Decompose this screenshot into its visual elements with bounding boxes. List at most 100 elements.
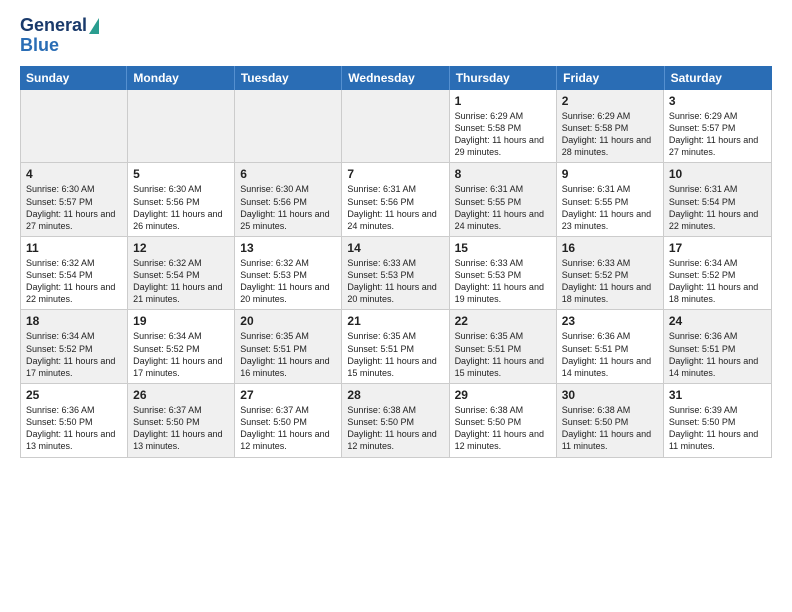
cell-info: Sunrise: 6:29 AM Sunset: 5:58 PM Dayligh…	[455, 110, 551, 159]
cell-info: Sunrise: 6:36 AM Sunset: 5:51 PM Dayligh…	[669, 330, 766, 379]
cell-info: Sunrise: 6:29 AM Sunset: 5:58 PM Dayligh…	[562, 110, 658, 159]
day-number: 14	[347, 241, 443, 255]
cell-info: Sunrise: 6:33 AM Sunset: 5:52 PM Dayligh…	[562, 257, 658, 306]
calendar-cell-2-0: 11 Sunrise: 6:32 AM Sunset: 5:54 PM Dayli…	[21, 237, 128, 310]
calendar-body-outer: 1 Sunrise: 6:29 AM Sunset: 5:58 PM Daylig…	[20, 90, 772, 458]
calendar-cell-3-0: 18 Sunrise: 6:34 AM Sunset: 5:52 PM Dayli…	[21, 310, 128, 383]
cell-info: Sunrise: 6:30 AM Sunset: 5:56 PM Dayligh…	[133, 183, 229, 232]
calendar-cell-0-1	[128, 90, 235, 163]
day-number: 30	[562, 388, 658, 402]
calendar: SundayMondayTuesdayWednesdayThursdayFrid…	[20, 66, 772, 600]
calendar-cell-0-6: 3Sunrise: 6:29 AM Sunset: 5:57 PM Daylig…	[664, 90, 771, 163]
cell-info: Sunrise: 6:35 AM Sunset: 5:51 PM Dayligh…	[455, 330, 551, 379]
calendar-row-0: 1 Sunrise: 6:29 AM Sunset: 5:58 PM Daylig…	[21, 90, 771, 164]
cell-info: Sunrise: 6:39 AM Sunset: 5:50 PM Dayligh…	[669, 404, 766, 453]
cell-info: Sunrise: 6:37 AM Sunset: 5:50 PM Dayligh…	[133, 404, 229, 453]
calendar-cell-2-2: 13 Sunrise: 6:32 AM Sunset: 5:53 PM Dayli…	[235, 237, 342, 310]
day-number: 11	[26, 241, 122, 255]
calendar-cell-1-1: 5 Sunrise: 6:30 AM Sunset: 5:56 PM Daylig…	[128, 163, 235, 236]
calendar-cell-1-6: 10 Sunrise: 6:31 AM Sunset: 5:54 PM Dayli…	[664, 163, 771, 236]
calendar-cell-0-3	[342, 90, 449, 163]
day-number: 5	[133, 167, 229, 181]
calendar-cell-1-4: 8Sunrise: 6:31 AM Sunset: 5:55 PM Daylig…	[450, 163, 557, 236]
calendar-cell-4-0: 25 Sunrise: 6:36 AM Sunset: 5:50 PM Dayli…	[21, 384, 128, 457]
cell-info: Sunrise: 6:31 AM Sunset: 5:56 PM Dayligh…	[347, 183, 443, 232]
calendar-cell-3-1: 19 Sunrise: 6:34 AM Sunset: 5:52 PM Dayli…	[128, 310, 235, 383]
day-number: 29	[455, 388, 551, 402]
calendar-cell-4-5: 30Sunrise: 6:38 AM Sunset: 5:50 PM Dayli…	[557, 384, 664, 457]
header-day-tuesday: Tuesday	[235, 66, 342, 90]
header-day-monday: Monday	[127, 66, 234, 90]
calendar-row-4: 25 Sunrise: 6:36 AM Sunset: 5:50 PM Dayli…	[21, 384, 771, 457]
calendar-cell-2-1: 12 Sunrise: 6:32 AM Sunset: 5:54 PM Dayli…	[128, 237, 235, 310]
day-number: 9	[562, 167, 658, 181]
logo-general: General	[20, 16, 87, 36]
cell-info: Sunrise: 6:35 AM Sunset: 5:51 PM Dayligh…	[347, 330, 443, 379]
calendar-cell-4-4: 29Sunrise: 6:38 AM Sunset: 5:50 PM Dayli…	[450, 384, 557, 457]
day-number: 16	[562, 241, 658, 255]
calendar-cell-3-4: 22Sunrise: 6:35 AM Sunset: 5:51 PM Dayli…	[450, 310, 557, 383]
day-number: 13	[240, 241, 336, 255]
logo: General Blue	[20, 16, 99, 56]
cell-info: Sunrise: 6:32 AM Sunset: 5:53 PM Dayligh…	[240, 257, 336, 306]
calendar-cell-1-2: 6 Sunrise: 6:30 AM Sunset: 5:56 PM Daylig…	[235, 163, 342, 236]
cell-info: Sunrise: 6:34 AM Sunset: 5:52 PM Dayligh…	[26, 330, 122, 379]
calendar-cell-4-3: 28Sunrise: 6:38 AM Sunset: 5:50 PM Dayli…	[342, 384, 449, 457]
day-number: 15	[455, 241, 551, 255]
calendar-cell-4-6: 31 Sunrise: 6:39 AM Sunset: 5:50 PM Dayli…	[664, 384, 771, 457]
day-number: 2	[562, 94, 658, 108]
calendar-cell-0-2	[235, 90, 342, 163]
day-number: 4	[26, 167, 122, 181]
calendar-cell-1-0: 4 Sunrise: 6:30 AM Sunset: 5:57 PM Daylig…	[21, 163, 128, 236]
day-number: 19	[133, 314, 229, 328]
day-number: 28	[347, 388, 443, 402]
day-number: 7	[347, 167, 443, 181]
cell-info: Sunrise: 6:30 AM Sunset: 5:56 PM Dayligh…	[240, 183, 336, 232]
day-number: 6	[240, 167, 336, 181]
day-number: 31	[669, 388, 766, 402]
cell-info: Sunrise: 6:37 AM Sunset: 5:50 PM Dayligh…	[240, 404, 336, 453]
day-number: 12	[133, 241, 229, 255]
cell-info: Sunrise: 6:32 AM Sunset: 5:54 PM Dayligh…	[133, 257, 229, 306]
day-number: 8	[455, 167, 551, 181]
page: General Blue SundayMondayTuesdayWednesda…	[0, 0, 792, 612]
header-day-thursday: Thursday	[450, 66, 557, 90]
day-number: 10	[669, 167, 766, 181]
logo-line1: General	[20, 16, 99, 36]
calendar-cell-4-2: 27 Sunrise: 6:37 AM Sunset: 5:50 PM Dayli…	[235, 384, 342, 457]
calendar-cell-0-0	[21, 90, 128, 163]
day-number: 17	[669, 241, 766, 255]
calendar-cell-3-2: 20Sunrise: 6:35 AM Sunset: 5:51 PM Dayli…	[235, 310, 342, 383]
cell-info: Sunrise: 6:34 AM Sunset: 5:52 PM Dayligh…	[133, 330, 229, 379]
calendar-body: 1 Sunrise: 6:29 AM Sunset: 5:58 PM Daylig…	[21, 90, 771, 457]
header-day-saturday: Saturday	[665, 66, 772, 90]
calendar-header: SundayMondayTuesdayWednesdayThursdayFrid…	[20, 66, 772, 90]
calendar-cell-1-3: 7 Sunrise: 6:31 AM Sunset: 5:56 PM Daylig…	[342, 163, 449, 236]
cell-info: Sunrise: 6:30 AM Sunset: 5:57 PM Dayligh…	[26, 183, 122, 232]
day-number: 1	[455, 94, 551, 108]
day-number: 26	[133, 388, 229, 402]
day-number: 18	[26, 314, 122, 328]
cell-info: Sunrise: 6:36 AM Sunset: 5:50 PM Dayligh…	[26, 404, 122, 453]
day-number: 21	[347, 314, 443, 328]
logo-blue: Blue	[20, 35, 59, 55]
cell-info: Sunrise: 6:32 AM Sunset: 5:54 PM Dayligh…	[26, 257, 122, 306]
header: General Blue	[20, 16, 772, 56]
cell-info: Sunrise: 6:31 AM Sunset: 5:54 PM Dayligh…	[669, 183, 766, 232]
calendar-cell-3-3: 21 Sunrise: 6:35 AM Sunset: 5:51 PM Dayli…	[342, 310, 449, 383]
cell-info: Sunrise: 6:33 AM Sunset: 5:53 PM Dayligh…	[347, 257, 443, 306]
calendar-cell-3-5: 23Sunrise: 6:36 AM Sunset: 5:51 PM Dayli…	[557, 310, 664, 383]
header-day-friday: Friday	[557, 66, 664, 90]
day-number: 27	[240, 388, 336, 402]
header-day-sunday: Sunday	[20, 66, 127, 90]
cell-info: Sunrise: 6:29 AM Sunset: 5:57 PM Dayligh…	[669, 110, 766, 159]
calendar-cell-4-1: 26 Sunrise: 6:37 AM Sunset: 5:50 PM Dayli…	[128, 384, 235, 457]
calendar-cell-1-5: 9Sunrise: 6:31 AM Sunset: 5:55 PM Daylig…	[557, 163, 664, 236]
calendar-cell-3-6: 24Sunrise: 6:36 AM Sunset: 5:51 PM Dayli…	[664, 310, 771, 383]
day-number: 25	[26, 388, 122, 402]
logo-line2: Blue	[20, 36, 59, 56]
day-number: 20	[240, 314, 336, 328]
calendar-row-2: 11 Sunrise: 6:32 AM Sunset: 5:54 PM Dayli…	[21, 237, 771, 311]
cell-info: Sunrise: 6:33 AM Sunset: 5:53 PM Dayligh…	[455, 257, 551, 306]
calendar-cell-0-4: 1 Sunrise: 6:29 AM Sunset: 5:58 PM Daylig…	[450, 90, 557, 163]
